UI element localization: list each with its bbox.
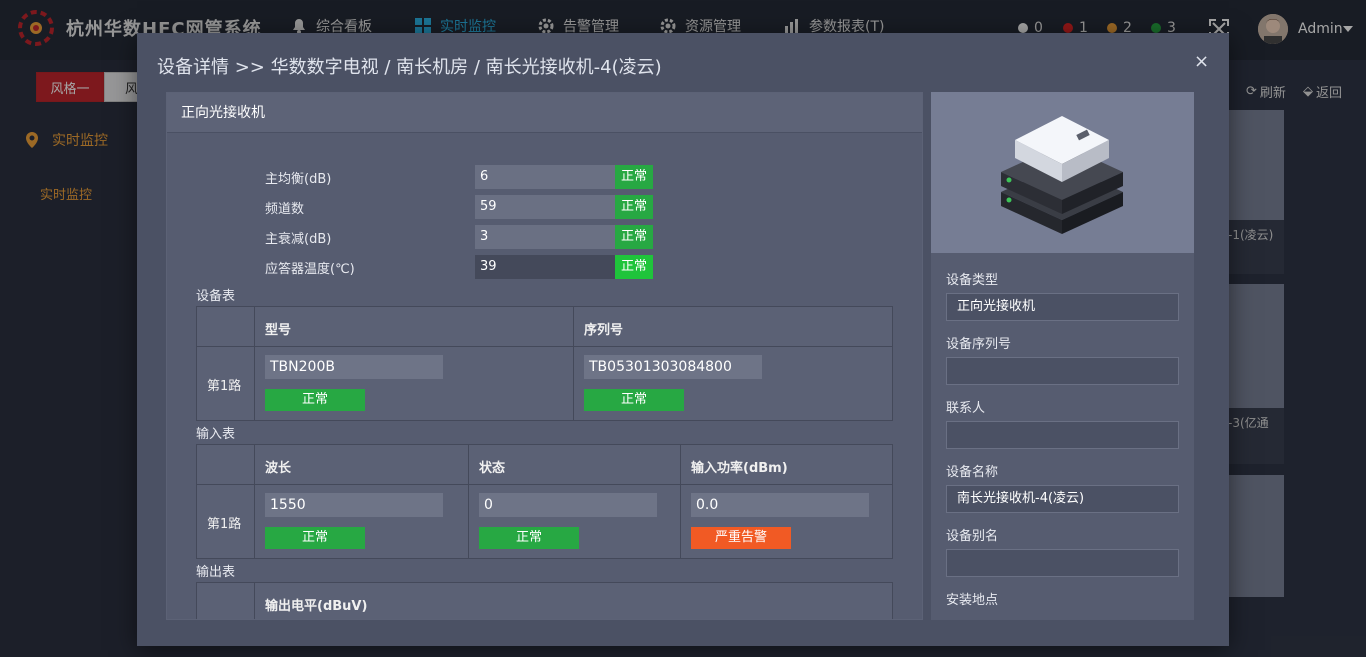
device-alias-field[interactable] bbox=[946, 549, 1179, 577]
server-icon bbox=[1001, 116, 1123, 234]
device-image bbox=[931, 92, 1194, 253]
table-header-cell: 输出电平(dBuV) bbox=[265, 599, 368, 614]
device-detail-modal: 设备详情 >> 华数数字电视 / 南长机房 / 南长光接收机-4(凌云) × 正… bbox=[137, 33, 1229, 646]
device-type-label: 设备类型 bbox=[946, 273, 999, 288]
table-cell: 0.0 严重告警 bbox=[681, 485, 892, 559]
device-type-field[interactable]: 正向光接收机 bbox=[946, 293, 1179, 321]
output-table: 输出电平(dBuV) bbox=[196, 582, 893, 619]
device-name-label: 设备名称 bbox=[946, 465, 999, 480]
input-power-value: 0.0 bbox=[691, 493, 869, 517]
input-table: 波长 状态 输入功率(dBm) 第1路 1550 正常 0 正常 0.0 严重告… bbox=[196, 444, 893, 559]
param-value: 59 bbox=[475, 195, 615, 219]
param-value: 6 bbox=[475, 165, 615, 189]
status-badge: 正常 bbox=[265, 527, 365, 549]
table-row: 第1路 1550 正常 0 正常 0.0 严重告警 bbox=[197, 485, 892, 559]
output-table-title: 输出表 bbox=[196, 565, 236, 580]
panel-title: 正向光接收机 bbox=[167, 93, 922, 133]
table-header-empty bbox=[197, 583, 255, 619]
param-value: 3 bbox=[475, 225, 615, 249]
param-label: 主均衡(dB) bbox=[265, 171, 332, 187]
table-cell: TBN200B 正常 bbox=[255, 347, 574, 421]
status-badge: 正常 bbox=[265, 389, 365, 411]
status-badge: 正常 bbox=[615, 165, 653, 189]
contact-label: 联系人 bbox=[946, 401, 986, 416]
table-cell: 0 正常 bbox=[469, 485, 681, 559]
table-cell: 1550 正常 bbox=[255, 485, 469, 559]
device-table: 型号 序列号 第1路 TBN200B 正常 TB0530130308480​0 … bbox=[196, 306, 893, 421]
param-row: 应答器温度(℃) 39 正常 bbox=[265, 255, 653, 279]
device-info-panel[interactable]: 设备类型 正向光接收机 设备序列号 联系人 设备名称 南长光接收机-4(凌云) … bbox=[931, 92, 1194, 620]
serial-number-field[interactable] bbox=[946, 357, 1179, 385]
state-value: 0 bbox=[479, 493, 657, 517]
serial-value: TB0530130308480​0 bbox=[584, 355, 762, 379]
device-alias-label: 设备别名 bbox=[946, 529, 999, 544]
table-header-cell: 输入功率(dBm) bbox=[691, 461, 788, 476]
install-location-label: 安装地点 bbox=[946, 593, 999, 608]
param-label: 主衰减(dB) bbox=[265, 231, 332, 247]
table-header-cell: 波长 bbox=[255, 445, 469, 484]
table-header-cell: 序列号 bbox=[584, 323, 624, 338]
table-header: 输出电平(dBuV) bbox=[197, 583, 892, 619]
row-label: 第1路 bbox=[197, 485, 255, 559]
device-name-field[interactable]: 南长光接收机-4(凌云) bbox=[946, 485, 1179, 513]
alarm-badge: 严重告警 bbox=[691, 527, 791, 549]
param-row: 主均衡(dB) 6 正常 bbox=[265, 165, 653, 189]
table-header-empty bbox=[197, 307, 255, 346]
param-row: 主衰减(dB) 3 正常 bbox=[265, 225, 653, 249]
param-row: 频道数 59 正常 bbox=[265, 195, 653, 219]
modal-title: 设备详情 >> 华数数字电视 / 南长机房 / 南长光接收机-4(凌云) bbox=[157, 57, 662, 78]
status-badge: 正常 bbox=[615, 225, 653, 249]
table-header: 波长 状态 输入功率(dBm) bbox=[197, 445, 892, 485]
table-header-cell: 状态 bbox=[469, 445, 681, 484]
param-label: 应答器温度(℃) bbox=[265, 261, 355, 277]
input-table-title: 输入表 bbox=[196, 427, 236, 442]
contact-field[interactable] bbox=[946, 421, 1179, 449]
row-label: 第1路 bbox=[197, 347, 255, 421]
close-icon[interactable]: × bbox=[1194, 51, 1209, 72]
status-badge: 正常 bbox=[479, 527, 579, 549]
status-badge: 正常 bbox=[615, 195, 653, 219]
param-value: 39 bbox=[475, 255, 615, 279]
device-table-title: 设备表 bbox=[196, 289, 236, 304]
parameter-panel[interactable]: 正向光接收机 主均衡(dB) 6 正常 频道数 59 正常 主衰减(dB) 3 … bbox=[166, 92, 923, 620]
table-header-cell: 型号 bbox=[255, 307, 574, 346]
param-label: 频道数 bbox=[265, 201, 305, 217]
wavelength-value: 1550 bbox=[265, 493, 443, 517]
model-value: TBN200B bbox=[265, 355, 443, 379]
table-row: 第1路 TBN200B 正常 TB0530130308480​0 正常 bbox=[197, 347, 892, 421]
serial-number-label: 设备序列号 bbox=[946, 337, 1012, 352]
status-badge: 正常 bbox=[615, 255, 653, 279]
table-header: 型号 序列号 bbox=[197, 307, 892, 347]
status-badge: 正常 bbox=[584, 389, 684, 411]
table-header-empty bbox=[197, 445, 255, 484]
table-cell: TB0530130308480​0 正常 bbox=[574, 347, 892, 421]
